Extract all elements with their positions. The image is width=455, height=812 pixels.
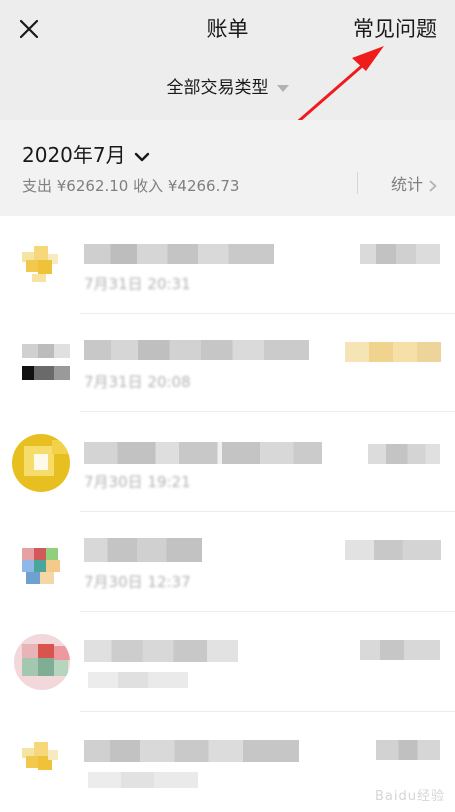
transaction-type-label: 全部交易类型 (166, 78, 269, 98)
merchant-avatar (14, 634, 70, 690)
amount-redacted (368, 444, 440, 464)
top-header: 账单 常见问题 全部交易类型 (0, 0, 455, 120)
watermark-text: Baidu经验 (375, 789, 445, 804)
month-label: 2020年7月 (22, 143, 126, 167)
chevron-right-icon (429, 180, 437, 191)
transaction-date-redacted (88, 772, 198, 788)
transaction-row[interactable]: 7月31日 20:08 (0, 314, 455, 412)
merchant-avatar (22, 742, 60, 780)
row-divider (80, 411, 455, 412)
row-divider (80, 611, 455, 612)
stats-link[interactable]: 统计 (391, 172, 437, 198)
row-divider (80, 711, 455, 712)
amount-redacted (345, 540, 441, 560)
amount-redacted (360, 640, 440, 660)
merchant-name-redacted (84, 640, 238, 662)
transaction-row[interactable]: 7月30日 12:37 (0, 514, 455, 612)
merchant-avatar (22, 246, 60, 284)
transaction-row[interactable]: 7月31日 20:31 (0, 216, 455, 314)
transaction-date-redacted (88, 672, 188, 688)
amount-redacted (376, 740, 440, 760)
merchant-avatar (22, 542, 70, 590)
merchant-avatar (12, 434, 70, 492)
faq-link[interactable]: 常见问题 (353, 14, 437, 44)
transaction-date: 7月31日 20:08 (84, 373, 191, 391)
amount-redacted (360, 244, 440, 264)
month-selector[interactable]: 2020年7月 (22, 140, 150, 170)
chevron-down-icon (134, 152, 149, 161)
merchant-avatar (22, 344, 70, 382)
row-divider (80, 511, 455, 512)
merchant-name-redacted (84, 538, 202, 562)
caret-down-icon (276, 84, 289, 92)
baidu-watermark: Baidu经验 (375, 785, 445, 804)
transaction-date: 7月30日 12:37 (84, 573, 191, 591)
transaction-row[interactable] (0, 614, 455, 712)
transaction-date: 7月31日 20:31 (84, 275, 191, 293)
merchant-name-redacted (84, 340, 309, 360)
stats-divider (357, 172, 358, 194)
transaction-type-filter[interactable]: 全部交易类型 (0, 74, 455, 102)
transaction-row[interactable]: 7月30日 19:21 (0, 414, 455, 512)
month-summary-text: 支出 ¥6262.10 收入 ¥4266.73 (22, 177, 240, 195)
transaction-date: 7月30日 19:21 (84, 473, 191, 491)
merchant-name-redacted (84, 244, 274, 264)
amount-redacted (345, 342, 441, 362)
stats-label: 统计 (390, 175, 423, 194)
merchant-name-redacted (84, 740, 299, 762)
merchant-name-redacted (84, 442, 322, 464)
